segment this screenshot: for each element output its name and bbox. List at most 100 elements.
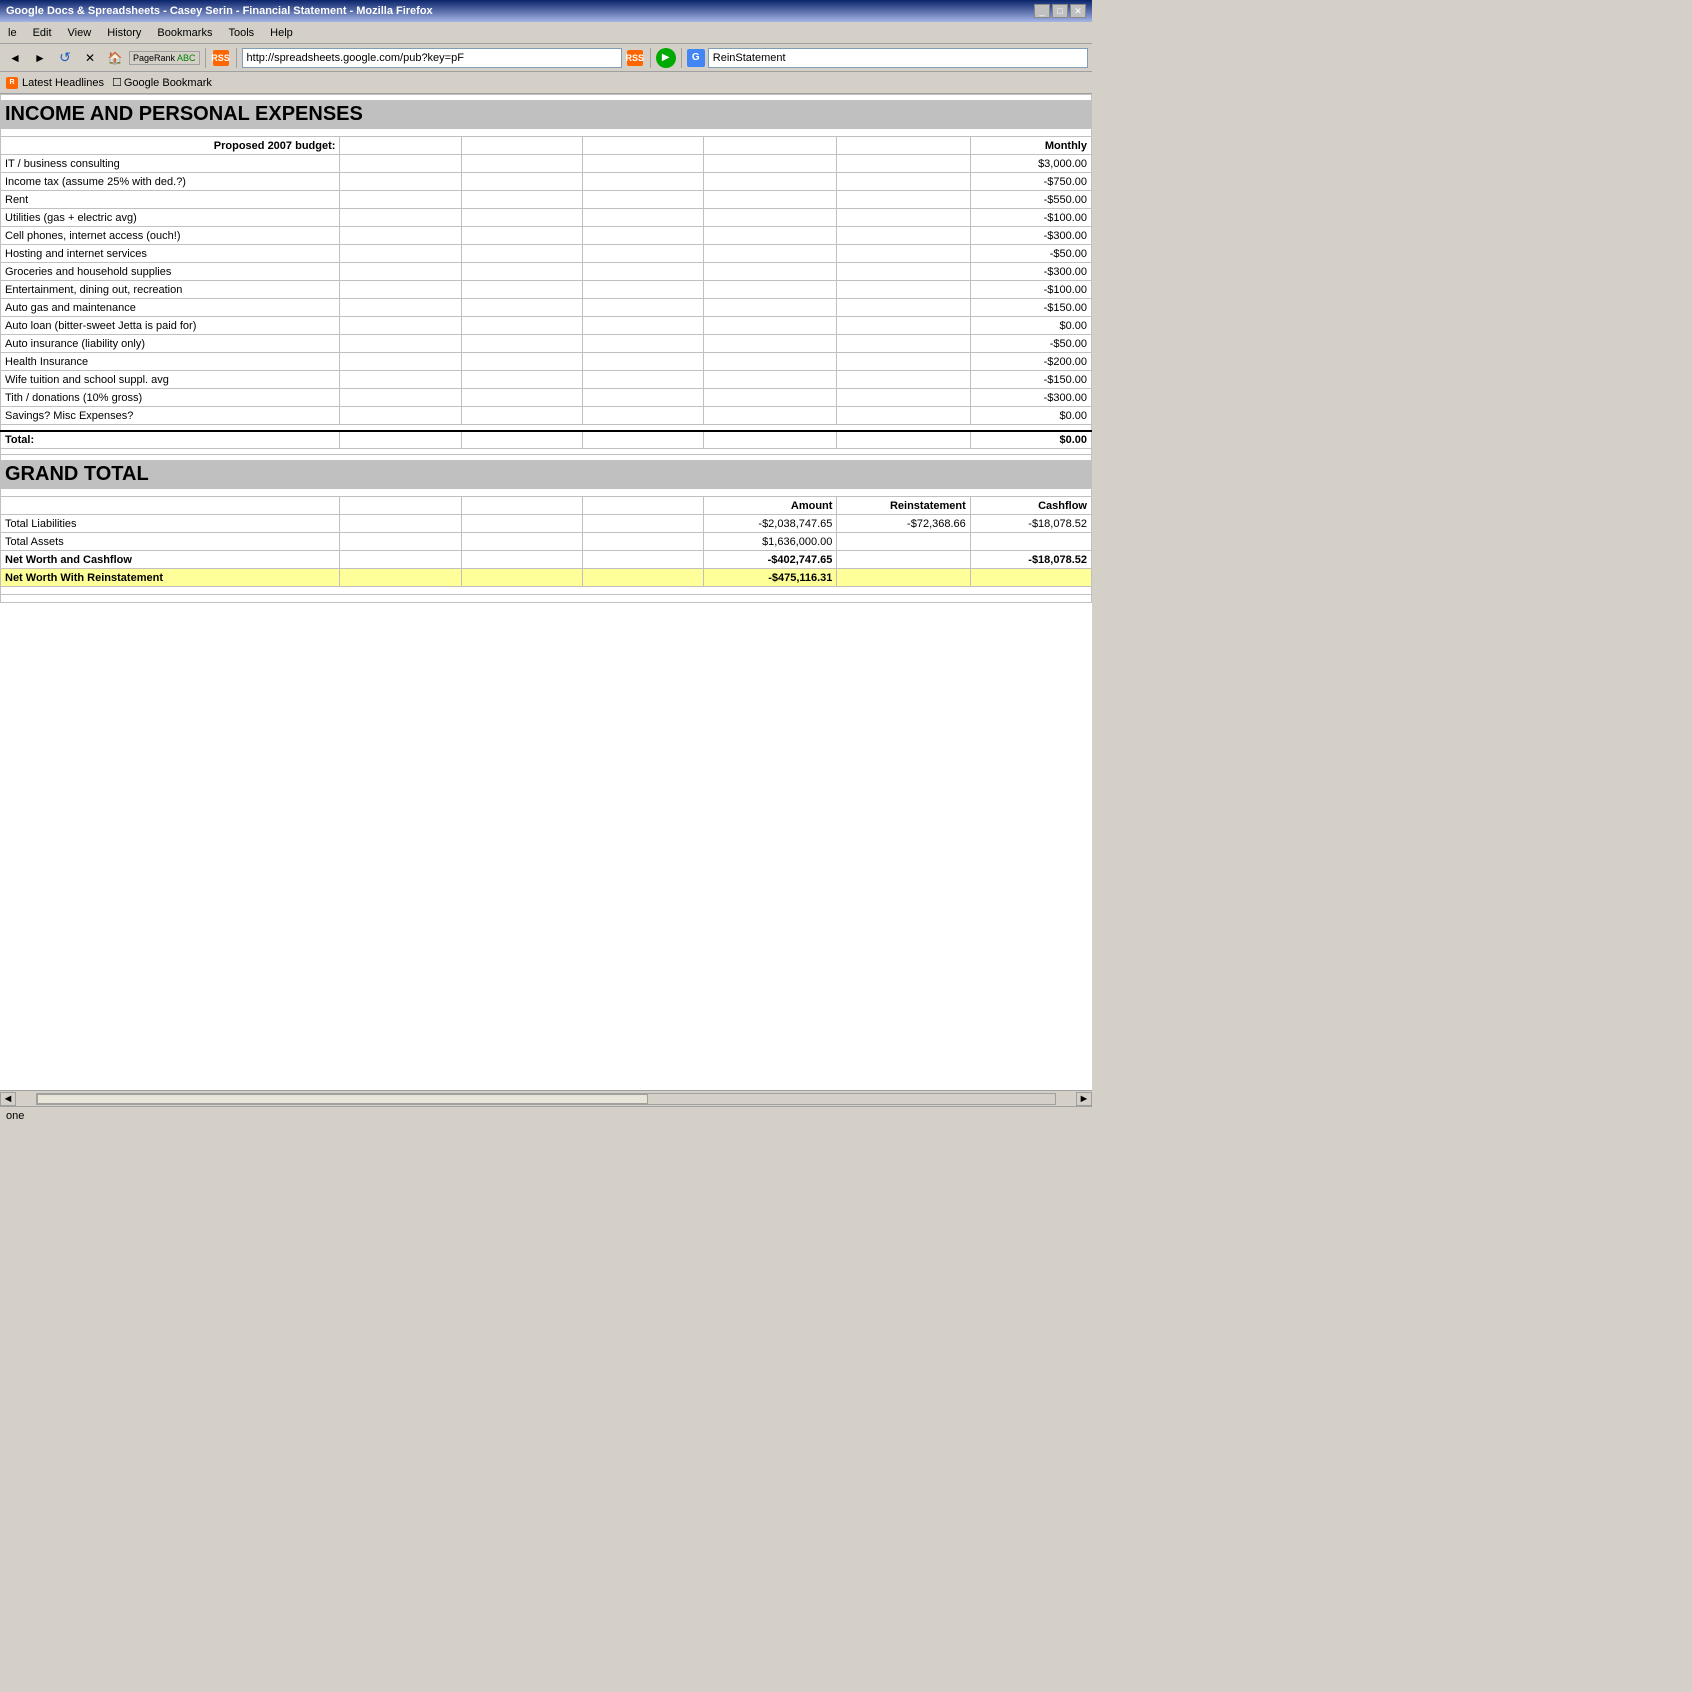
back-button[interactable]: ◄ — [4, 47, 26, 69]
scroll-thumb[interactable] — [37, 1094, 648, 1104]
grand-total-col-headers: Amount Reinstatement Cashflow — [1, 497, 1092, 515]
bookmark-google[interactable]: ☐ Google Bookmark — [112, 76, 212, 89]
table-row — [1, 595, 1092, 603]
scroll-left-button[interactable]: ◄ — [0, 1092, 16, 1106]
menu-view[interactable]: View — [64, 26, 96, 40]
table-row — [1, 587, 1092, 595]
toolbar-separator-3 — [650, 48, 651, 68]
table-row — [1, 489, 1092, 497]
income-header-row: Proposed 2007 budget: Monthly — [1, 137, 1092, 155]
close-button[interactable]: ✕ — [1070, 4, 1086, 18]
table-row: Groceries and household supplies -$300.0… — [1, 263, 1092, 281]
go-button[interactable]: ▶ — [656, 48, 676, 68]
spreadsheet-table: INCOME AND PERSONAL EXPENSES Proposed 20… — [0, 94, 1092, 603]
table-row — [1, 129, 1092, 137]
status-bar: one — [0, 1106, 1092, 1124]
table-row: Cell phones, internet access (ouch!) -$3… — [1, 227, 1092, 245]
minimize-button[interactable]: _ — [1034, 4, 1050, 18]
table-row: Savings? Misc Expenses? $0.00 — [1, 407, 1092, 425]
net-worth-amount: -$402,747.65 — [704, 551, 837, 569]
grand-total-header: GRAND TOTAL — [1, 461, 1092, 489]
search-bar[interactable]: ReinStatement — [708, 48, 1088, 68]
menu-bookmarks[interactable]: Bookmarks — [153, 26, 216, 40]
window-title: Google Docs & Spreadsheets - Casey Serin… — [6, 5, 433, 17]
status-text: one — [6, 1110, 24, 1122]
reinstatement-col-header: Reinstatement — [837, 497, 970, 515]
bookmarks-bar: R Latest Headlines ☐ Google Bookmark — [0, 72, 1092, 94]
table-row: Total Assets $1,636,000.00 — [1, 533, 1092, 551]
net-worth-row: Net Worth and Cashflow -$402,747.65 -$18… — [1, 551, 1092, 569]
row-value: -$550.00 — [970, 191, 1091, 209]
pagerank-label: PageRank — [133, 53, 175, 63]
row-label: Cell phones, internet access (ouch!) — [1, 227, 340, 245]
row-label: Auto loan (bitter-sweet Jetta is paid fo… — [1, 317, 340, 335]
row-value: -$100.00 — [970, 209, 1091, 227]
menu-file[interactable]: le — [4, 26, 21, 40]
net-worth-cashflow: -$18,078.52 — [970, 551, 1091, 569]
menu-tools[interactable]: Tools — [224, 26, 258, 40]
table-row: Auto gas and maintenance -$150.00 — [1, 299, 1092, 317]
row-label: Savings? Misc Expenses? — [1, 407, 340, 425]
search-text: ReinStatement — [713, 52, 786, 64]
feed-icon[interactable]: RSS — [627, 50, 643, 66]
row-value: $0.00 — [970, 407, 1091, 425]
row-value: $3,000.00 — [970, 155, 1091, 173]
row-label: Tith / donations (10% gross) — [1, 389, 340, 407]
forward-button[interactable]: ► — [29, 47, 51, 69]
assets-amount: $1,636,000.00 — [704, 533, 837, 551]
toolbar-separator-2 — [236, 48, 237, 68]
net-worth-reinstatement-row: Net Worth With Reinstatement -$475,116.3… — [1, 569, 1092, 587]
menu-bar: le Edit View History Bookmarks Tools Hel… — [0, 22, 1092, 44]
table-row: Auto insurance (liability only) -$50.00 — [1, 335, 1092, 353]
table-row: Tith / donations (10% gross) -$300.00 — [1, 389, 1092, 407]
row-label: Total Assets — [1, 533, 340, 551]
row-value: -$150.00 — [970, 299, 1091, 317]
net-worth-reinstatement-label: Net Worth With Reinstatement — [1, 569, 340, 587]
menu-help[interactable]: Help — [266, 26, 297, 40]
bookmark-latest-headlines[interactable]: R Latest Headlines — [4, 77, 104, 89]
toolbar-separator-1 — [205, 48, 206, 68]
row-label: IT / business consulting — [1, 155, 340, 173]
row-label: Rent — [1, 191, 340, 209]
liabilities-amount: -$2,038,747.65 — [704, 515, 837, 533]
table-row: Health Insurance -$200.00 — [1, 353, 1092, 371]
maximize-button[interactable]: □ — [1052, 4, 1068, 18]
horizontal-scrollbar[interactable]: ◄ ► — [0, 1090, 1092, 1106]
row-value: -$50.00 — [970, 335, 1091, 353]
menu-edit[interactable]: Edit — [29, 26, 56, 40]
amount-col-header: Amount — [704, 497, 837, 515]
reload-button[interactable]: ↺ — [54, 47, 76, 69]
income-section-title: INCOME AND PERSONAL EXPENSES — [1, 101, 1092, 129]
rss-icon[interactable]: RSS — [213, 50, 229, 66]
row-value: -$300.00 — [970, 389, 1091, 407]
total-value: $0.00 — [970, 431, 1091, 449]
row-value: -$50.00 — [970, 245, 1091, 263]
bookmark-google-label: Google Bookmark — [124, 77, 212, 89]
headlines-icon: R — [6, 77, 18, 89]
row-label: Entertainment, dining out, recreation — [1, 281, 340, 299]
toolbar: ◄ ► ↺ ✕ 🏠 PageRank ABC RSS http://spread… — [0, 44, 1092, 72]
row-label: Hosting and internet services — [1, 245, 340, 263]
scroll-right-button[interactable]: ► — [1076, 1092, 1092, 1106]
row-value: -$750.00 — [970, 173, 1091, 191]
grand-total-title: GRAND TOTAL — [1, 461, 1092, 489]
home-button[interactable]: 🏠 — [104, 47, 126, 69]
pagerank-widget: PageRank ABC — [129, 51, 200, 65]
table-row: Total Liabilities -$2,038,747.65 -$72,36… — [1, 515, 1092, 533]
row-value: -$100.00 — [970, 281, 1091, 299]
address-bar[interactable]: http://spreadsheets.google.com/pub?key=p… — [242, 48, 622, 68]
table-row: Utilities (gas + electric avg) -$100.00 — [1, 209, 1092, 227]
menu-history[interactable]: History — [103, 26, 145, 40]
liabilities-reinstatement: -$72,368.66 — [837, 515, 970, 533]
table-row: Rent -$550.00 — [1, 191, 1092, 209]
row-label: Utilities (gas + electric avg) — [1, 209, 340, 227]
scroll-track[interactable] — [36, 1093, 1056, 1105]
title-bar: Google Docs & Spreadsheets - Casey Serin… — [0, 0, 1092, 22]
income-section-header: INCOME AND PERSONAL EXPENSES — [1, 101, 1092, 129]
row-value: -$300.00 — [970, 263, 1091, 281]
table-row: Auto loan (bitter-sweet Jetta is paid fo… — [1, 317, 1092, 335]
stop-button[interactable]: ✕ — [79, 47, 101, 69]
row-label: Wife tuition and school suppl. avg — [1, 371, 340, 389]
row-label: Total Liabilities — [1, 515, 340, 533]
row-value: -$200.00 — [970, 353, 1091, 371]
